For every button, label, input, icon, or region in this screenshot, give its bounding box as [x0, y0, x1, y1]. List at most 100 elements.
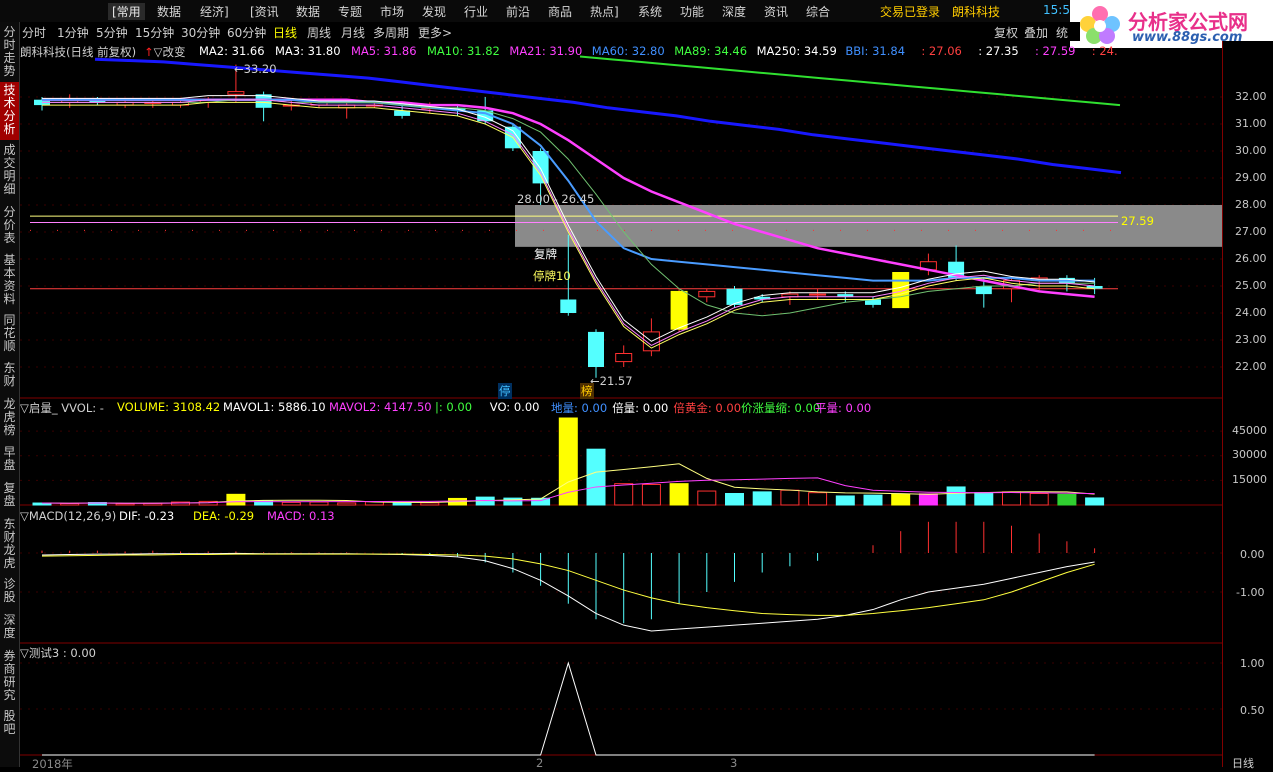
indicator-value: : 27.06 — [921, 44, 962, 58]
volume-bar — [392, 502, 412, 506]
volume-bar — [725, 493, 744, 506]
price-axis-label: 31.00 — [1235, 117, 1267, 130]
volume-bar — [863, 494, 883, 506]
main-title: 朗科科技(日线 前复权) — [20, 45, 137, 59]
ma89-line — [579, 55, 1121, 107]
change-label[interactable]: ↑▽改变 — [144, 44, 186, 60]
vol-axis-label: 15000 — [1232, 473, 1267, 486]
volume-bar — [918, 493, 938, 506]
candle-body — [809, 293, 827, 296]
volume-bar — [1002, 491, 1021, 506]
candle-body — [975, 286, 992, 295]
indicator-value: MA3: 31.80 — [275, 44, 341, 58]
change-text: 改变 — [162, 45, 186, 59]
indicator-value: MAVOL2: 4147.50 — [329, 400, 432, 414]
resume-label: 复牌 — [534, 247, 557, 261]
volume-bar — [780, 489, 800, 506]
price-axis-label: 30.00 — [1235, 144, 1267, 157]
volume-bar — [281, 501, 301, 506]
indicator-value: VOLUME: 3108.42 — [117, 400, 221, 414]
volume-bar — [835, 495, 855, 506]
indicator-value: MA89: 34.46 — [674, 44, 748, 58]
volume-bar — [226, 493, 246, 506]
vol-title-text: 启量_ VVOL: - — [28, 401, 104, 415]
up-arrow-icon: ↑ — [144, 45, 154, 59]
volume-bar — [808, 492, 828, 506]
date-label-feb: 2 — [536, 756, 544, 770]
volume-bar — [1057, 493, 1077, 506]
indicator-value: MA5: 31.86 — [351, 44, 417, 58]
indicator-value: MA60: 32.80 — [591, 44, 665, 58]
ma60-line — [94, 57, 1122, 175]
volume-bar — [115, 503, 135, 506]
indicator-value: MAVOL1: 5886.10 — [223, 400, 326, 414]
volume-bar — [586, 448, 606, 506]
indicator-value: 倍量: 0.00 — [612, 401, 669, 415]
volume-bar — [946, 486, 966, 506]
volume-bar — [669, 483, 689, 506]
candle-body — [560, 299, 577, 313]
volume-bar — [752, 491, 772, 506]
price-axis-label: 28.00 — [1235, 198, 1267, 211]
test-title[interactable]: ▽测试3 : 0.00 — [20, 645, 96, 661]
vol-axis-label: 30000 — [1232, 448, 1267, 461]
low-price-label: ←21.57 — [590, 374, 633, 388]
volume-bar — [641, 483, 661, 506]
halt-tag[interactable]: 停 — [498, 383, 512, 399]
price-axis-label: 27.00 — [1235, 225, 1267, 238]
halt-label: 停牌10 — [533, 269, 571, 283]
indicator-value: : 27.59 — [1035, 44, 1076, 58]
candle-body — [227, 91, 245, 95]
period-label: 日线 — [1232, 757, 1254, 770]
price-axis-label: 32.00 — [1235, 90, 1267, 103]
indicator-value: |: 0.00 — [435, 400, 473, 414]
macd-title[interactable]: ▽MACD(12,26,9) — [20, 509, 116, 523]
test-title-text: 测试3 : 0.00 — [28, 646, 96, 660]
volume-bar — [420, 502, 440, 506]
vol-title[interactable]: ▽启量_ VVOL: - — [20, 400, 104, 416]
indicator-value: DIF: -0.23 — [119, 509, 175, 523]
high-price-value: 33.20 — [243, 62, 277, 76]
price-axis-label: 22.00 — [1235, 360, 1267, 373]
date-label-year: 2018年 — [32, 757, 73, 771]
price-axis-label: 23.00 — [1235, 333, 1267, 346]
indicator-value: MA2: 31.66 — [199, 44, 265, 58]
indicator-value: MA250: 34.59 — [756, 44, 837, 58]
test-axis-label: 0.50 — [1240, 704, 1265, 717]
low-price-value: 21.57 — [599, 374, 633, 388]
volume-bar — [1085, 497, 1105, 506]
high-price-label: ←33.20 — [234, 62, 277, 76]
volume-bar — [337, 502, 357, 506]
indicator-value: MA10: 31.82 — [427, 44, 500, 58]
volume-bar — [891, 493, 911, 506]
indicator-value: 价涨量缩: 0.00 — [741, 401, 821, 415]
price-axis-label: 29.00 — [1235, 171, 1267, 184]
level-label: 27.59 — [1121, 214, 1154, 228]
test-axis-label: 1.00 — [1240, 657, 1265, 670]
vol-axis-label: 45000 — [1232, 424, 1267, 437]
test3-line — [42, 661, 1095, 756]
indicator-value: 平量: 0.00 — [815, 401, 872, 415]
candle-body — [588, 331, 604, 367]
candle-body — [698, 290, 716, 298]
indicator-value: : 24. — [1091, 44, 1118, 58]
indicator-value: BBI: 31.84 — [845, 44, 906, 58]
list-tag[interactable]: 榜 — [580, 383, 594, 399]
indicator-value: VO: 0.00 — [489, 400, 540, 414]
macd-axis-label: -1.00 — [1236, 586, 1265, 599]
indicator-value: : 27.35 — [978, 44, 1019, 58]
indicator-value: 地量: 0.00 — [551, 401, 608, 415]
price-range-band — [515, 205, 1222, 247]
volume-bar — [309, 501, 329, 506]
volume-bar — [697, 490, 717, 506]
price-axis-label: 25.00 — [1235, 279, 1267, 292]
price-axis-label: 24.00 — [1235, 306, 1267, 319]
macd-title-text: MACD(12,26,9) — [28, 509, 117, 523]
price-axis-label: 26.00 — [1235, 252, 1267, 265]
indicator-value: DEA: -0.29 — [193, 509, 255, 523]
indicator-value: 倍黄金: 0.00 — [673, 401, 742, 415]
date-label-mar: 3 — [730, 756, 738, 770]
indicator-value: MACD: 0.13 — [267, 509, 335, 523]
volume-bar — [503, 497, 523, 506]
range-label: 28.00 - 26.45 — [517, 192, 595, 206]
